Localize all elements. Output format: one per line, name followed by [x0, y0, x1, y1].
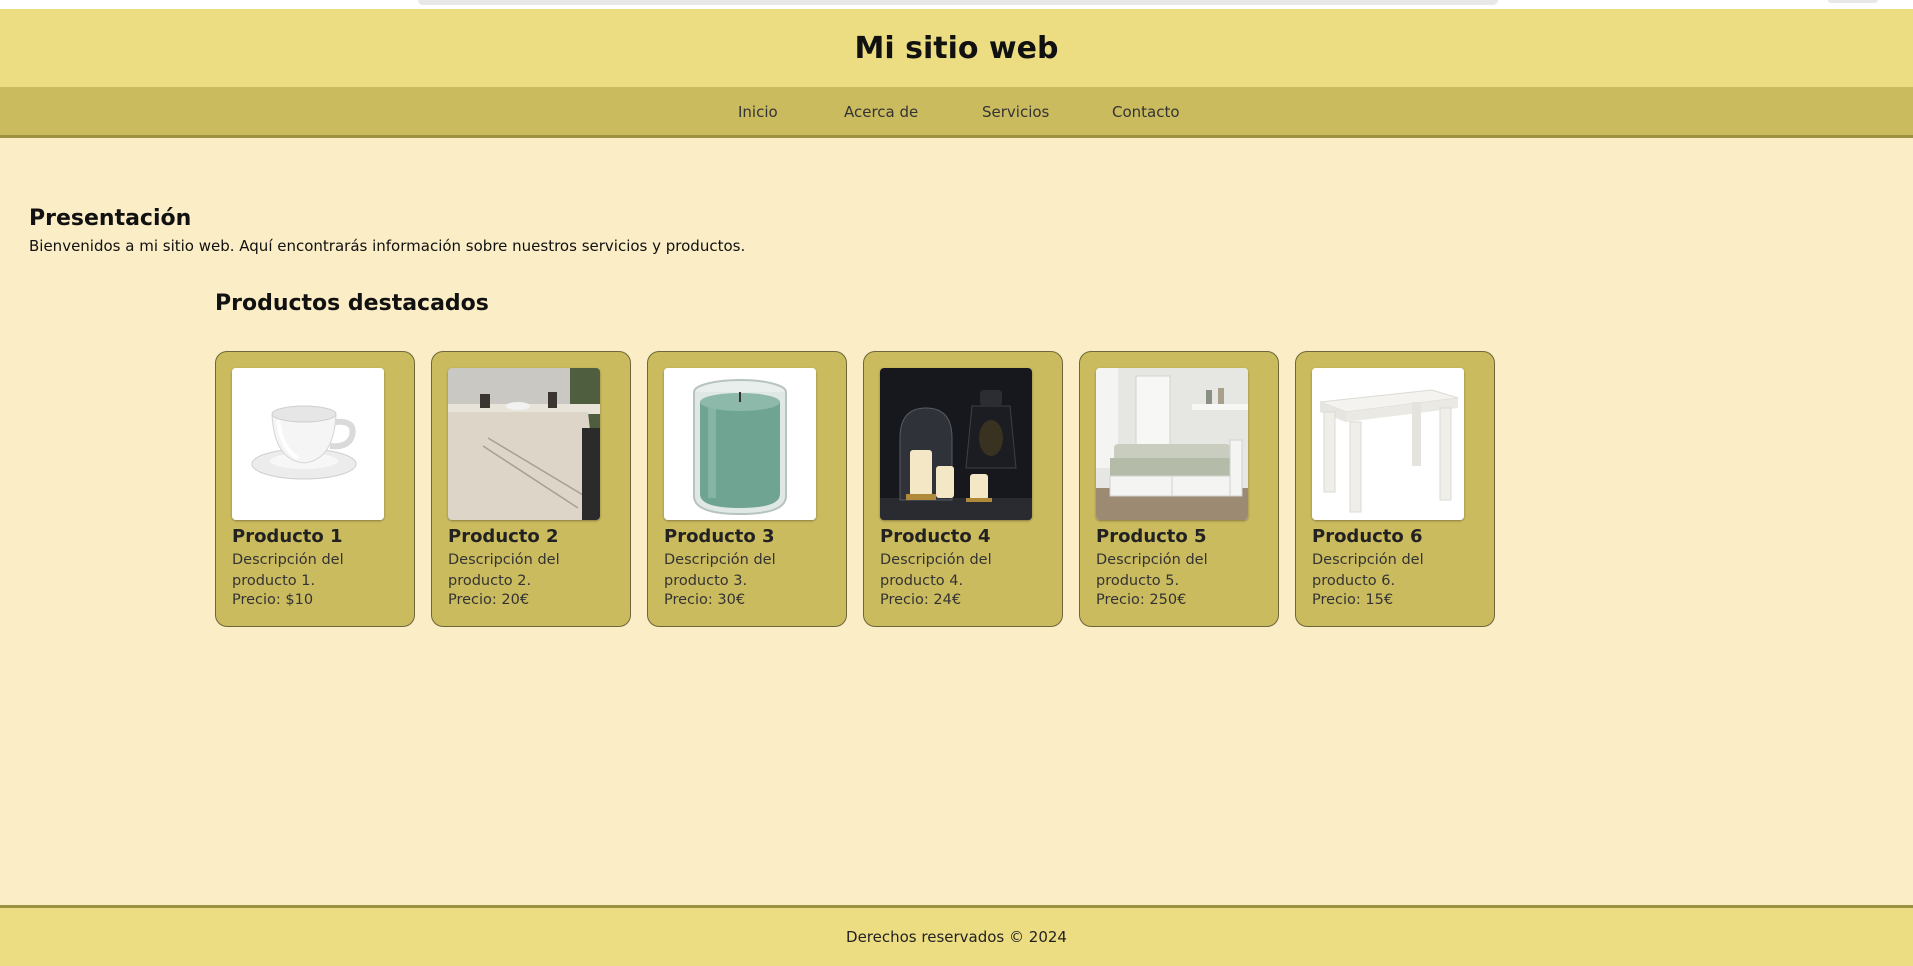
product-description: Descripción del producto 5. [1096, 552, 1208, 589]
product-price: Precio: $10 [232, 592, 314, 608]
product-name: Producto 3 [664, 526, 775, 547]
browser-button[interactable] [1828, 0, 1878, 3]
product-price: Precio: 20€ [448, 592, 530, 608]
nav-link-servicios[interactable]: Servicios [982, 103, 1049, 121]
nav-link-inicio[interactable]: Inicio [738, 103, 778, 121]
site-footer: Derechos reservados © 2024 [0, 905, 1913, 966]
product-image-candle-jar [664, 368, 816, 520]
product-price: Precio: 15€ [1312, 592, 1394, 608]
nav-link-contacto[interactable]: Contacto [1112, 103, 1180, 121]
product-name: Producto 4 [880, 526, 991, 547]
product-image-side-table [1312, 368, 1464, 520]
address-bar[interactable] [418, 0, 1498, 5]
product-name: Producto 6 [1312, 526, 1423, 547]
product-price: Precio: 30€ [664, 592, 746, 608]
nav-link-acerca-de[interactable]: Acerca de [844, 103, 918, 121]
featured-products-heading: Productos destacados [215, 291, 489, 316]
product-image-teacup [232, 368, 384, 520]
presentation-text: Bienvenidos a mi sitio web. Aquí encontr… [29, 237, 746, 255]
product-card[interactable]: Producto 3 Descripción del producto 3. P… [647, 351, 847, 627]
product-price: Precio: 24€ [880, 592, 962, 608]
product-card[interactable]: Producto 4 Descripción del producto 4. P… [863, 351, 1063, 627]
product-card[interactable]: Producto 2 Descripción del producto 2. P… [431, 351, 631, 627]
product-name: Producto 5 [1096, 526, 1207, 547]
product-image-candles-lantern [880, 368, 1032, 520]
product-card[interactable]: Producto 1 Descripción del producto 1. P… [215, 351, 415, 627]
copyright-text: Derechos reservados © 2024 [846, 928, 1067, 946]
site-header: Mi sitio web [0, 9, 1913, 87]
browser-chrome-strip [0, 0, 1913, 9]
product-card[interactable]: Producto 5 Descripción del producto 5. P… [1079, 351, 1279, 627]
product-description: Descripción del producto 4. [880, 552, 992, 589]
product-description: Descripción del producto 3. [664, 552, 776, 589]
main-nav: Inicio Acerca de Servicios Contacto [0, 87, 1913, 138]
product-image-daybed [1096, 368, 1248, 520]
product-name: Producto 1 [232, 526, 343, 547]
product-price: Precio: 250€ [1096, 592, 1187, 608]
product-card[interactable]: Producto 6 Descripción del producto 6. P… [1295, 351, 1495, 627]
product-description: Descripción del producto 1. [232, 552, 344, 589]
presentation-heading: Presentación [29, 206, 192, 231]
product-description: Descripción del producto 6. [1312, 552, 1424, 589]
product-image-tablecloth [448, 368, 600, 520]
product-name: Producto 2 [448, 526, 559, 547]
site-title: Mi sitio web [854, 30, 1059, 66]
product-description: Descripción del producto 2. [448, 552, 560, 589]
